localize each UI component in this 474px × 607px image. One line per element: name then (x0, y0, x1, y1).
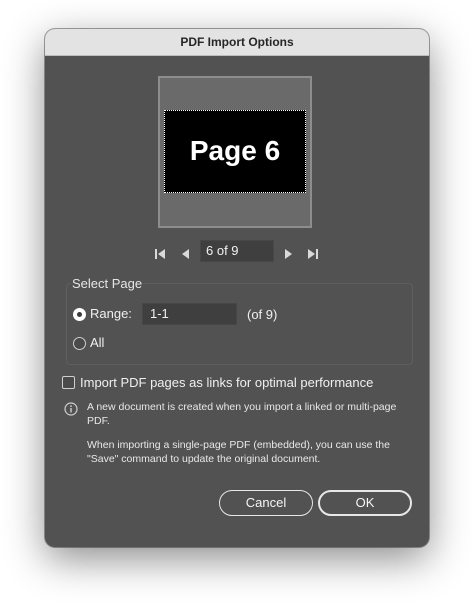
import-as-links-label[interactable]: Import PDF pages as links for optimal pe… (80, 375, 373, 391)
range-radio[interactable] (73, 308, 86, 321)
select-page-group (66, 283, 413, 365)
import-as-links-checkbox[interactable] (62, 376, 75, 389)
range-total: (of 9) (247, 307, 278, 322)
dialog-title: PDF Import Options (180, 35, 294, 49)
last-page-icon[interactable] (305, 244, 321, 264)
page-number-field[interactable]: 6 of 9 (200, 240, 274, 262)
all-radio[interactable] (73, 337, 86, 350)
select-page-title: Select Page (71, 276, 144, 291)
cancel-button[interactable]: Cancel (219, 490, 313, 516)
all-label: All (90, 335, 105, 350)
range-input[interactable]: 1-1 (142, 303, 237, 325)
page-preview: Page 6 (158, 76, 312, 228)
preview-page-content: Page 6 (164, 110, 306, 193)
pdf-import-dialog: PDF Import Options Page 6 6 of 9 Select … (45, 29, 429, 547)
title-bar: PDF Import Options (45, 29, 429, 56)
next-page-icon[interactable] (280, 244, 296, 264)
info-text-linked: A new document is created when you impor… (87, 401, 397, 427)
previous-page-icon[interactable] (178, 244, 194, 264)
range-label: Range: (90, 306, 132, 321)
info-text-embedded: When importing a single-page PDF (embedd… (87, 439, 390, 465)
info-icon (64, 402, 78, 416)
ok-button[interactable]: OK (318, 490, 412, 516)
first-page-icon[interactable] (152, 244, 168, 264)
